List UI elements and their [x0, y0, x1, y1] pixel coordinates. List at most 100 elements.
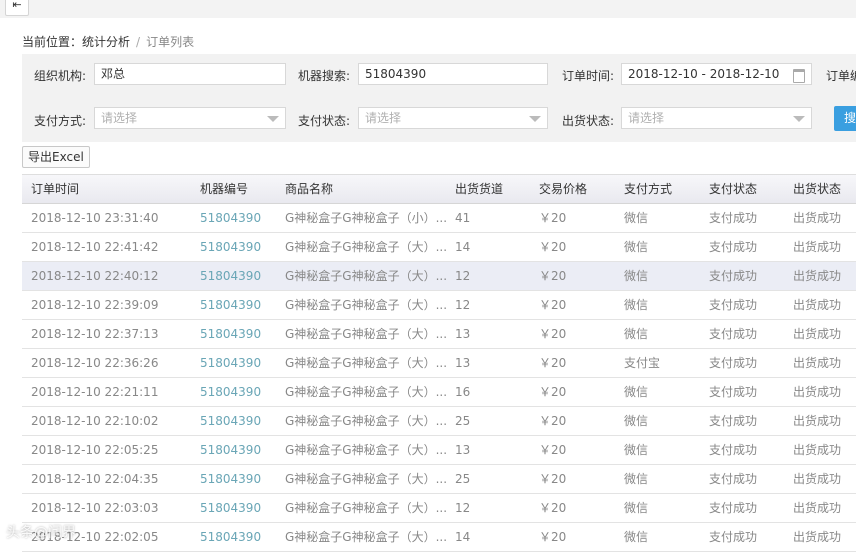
- cell-ship-status: 出货成功: [793, 269, 842, 283]
- cell-pay-status: 支付成功: [709, 443, 758, 457]
- cell-channel: 25: [455, 472, 471, 486]
- table-row[interactable]: 2018-12-10 22:03:03 51804390 G神秘盒子G神秘盒子（大）…: [22, 494, 856, 523]
- cell-pay-status: 支付成功: [709, 298, 758, 312]
- cell-machine-id: 51804390: [200, 414, 262, 428]
- cell-price: ￥20: [539, 443, 567, 457]
- cell-price: ￥20: [539, 327, 567, 341]
- column-header-product-name[interactable]: 商品名称: [285, 175, 453, 203]
- cell-pay-method: 微信: [624, 530, 649, 544]
- breadcrumb-parent[interactable]: 统计分析: [82, 35, 130, 49]
- cell-machine-id: 51804390: [200, 298, 262, 312]
- cell-price: ￥20: [539, 211, 567, 225]
- menu-collapse-icon[interactable]: ⇤: [5, 0, 29, 16]
- column-header-channel[interactable]: 出货货道: [455, 175, 503, 203]
- table-header: 订单时间 机器编号 商品名称 出货货道 交易价格 支付方式 支付状态 出货状态: [22, 174, 856, 204]
- cell-ship-status: 出货成功: [793, 443, 842, 457]
- cell-product-name: G神秘盒子G神秘盒子（小）...: [285, 211, 448, 225]
- org-field[interactable]: 邓总: [94, 63, 286, 85]
- machine-search-label: 机器搜索:: [298, 69, 351, 83]
- order-time-label: 订单时间:: [562, 69, 615, 83]
- cell-order-time: 2018-12-10 22:05:25: [31, 443, 159, 457]
- table-row[interactable]: 2018-12-10 22:05:25 51804390 G神秘盒子G神秘盒子（大）…: [22, 436, 856, 465]
- cell-channel: 12: [455, 298, 471, 312]
- table-row[interactable]: 2018-12-10 22:21:11 51804390 G神秘盒子G神秘盒子（大）…: [22, 378, 856, 407]
- cell-product-name: G神秘盒子G神秘盒子（大）...: [285, 298, 448, 312]
- ship-status-label: 出货状态:: [562, 114, 615, 128]
- calendar-icon[interactable]: [793, 69, 805, 83]
- column-header-pay-method[interactable]: 支付方式: [624, 175, 672, 203]
- cell-price: ￥20: [539, 298, 567, 312]
- cell-ship-status: 出货成功: [793, 327, 842, 341]
- cell-ship-status: 出货成功: [793, 414, 842, 428]
- ship-status-select[interactable]: 请选择: [621, 107, 812, 129]
- table-row[interactable]: 2018-12-10 22:37:13 51804390 G神秘盒子G神秘盒子（大）…: [22, 320, 856, 349]
- table-row[interactable]: 2018-12-10 22:40:12 51804390 G神秘盒子G神秘盒子（大）…: [22, 262, 856, 291]
- table-body: 2018-12-10 23:31:40 51804390 G神秘盒子G神秘盒子（小）…: [22, 204, 856, 552]
- column-header-machine-id[interactable]: 机器编号: [200, 175, 248, 203]
- cell-pay-method: 微信: [624, 211, 649, 225]
- column-header-price[interactable]: 交易价格: [539, 175, 587, 203]
- cell-machine-id: 51804390: [200, 385, 262, 399]
- column-header-order-time[interactable]: 订单时间: [31, 175, 79, 203]
- cell-pay-status: 支付成功: [709, 269, 758, 283]
- machine-search-input[interactable]: 51804390: [358, 63, 548, 85]
- cell-product-name: G神秘盒子G神秘盒子（大）...: [285, 356, 448, 370]
- cell-pay-method: 微信: [624, 385, 649, 399]
- cell-product-name: G神秘盒子G神秘盒子（大）...: [285, 269, 448, 283]
- order-time-range-input[interactable]: 2018-12-10 - 2018-12-10: [621, 63, 812, 85]
- cell-pay-method: 微信: [624, 501, 649, 515]
- cell-pay-method: 微信: [624, 472, 649, 486]
- cell-product-name: G神秘盒子G神秘盒子（大）...: [285, 530, 448, 544]
- pay-status-select[interactable]: 请选择: [358, 107, 548, 129]
- order-number-label: 订单编: [826, 69, 856, 83]
- cell-pay-status: 支付成功: [709, 530, 758, 544]
- table-row[interactable]: 2018-12-10 22:04:35 51804390 G神秘盒子G神秘盒子（大）…: [22, 465, 856, 494]
- cell-pay-status: 支付成功: [709, 327, 758, 341]
- column-header-ship-status[interactable]: 出货状态: [793, 175, 841, 203]
- table-row[interactable]: 2018-12-10 22:41:42 51804390 G神秘盒子G神秘盒子（大）…: [22, 233, 856, 262]
- ship-status-placeholder: 请选择: [628, 111, 665, 125]
- column-header-pay-status[interactable]: 支付状态: [709, 175, 757, 203]
- cell-order-time: 2018-12-10 22:39:09: [31, 298, 159, 312]
- org-label: 组织机构:: [34, 69, 87, 83]
- cell-pay-status: 支付成功: [709, 356, 758, 370]
- table-row[interactable]: 2018-12-10 22:39:09 51804390 G神秘盒子G神秘盒子（大）…: [22, 291, 856, 320]
- table-row[interactable]: 2018-12-10 22:10:02 51804390 G神秘盒子G神秘盒子（大）…: [22, 407, 856, 436]
- filter-panel: 组织机构: 邓总 机器搜索: 51804390 订单时间: 2018-12-10…: [22, 54, 856, 142]
- cell-channel: 25: [455, 414, 471, 428]
- cell-order-time: 2018-12-10 22:10:02: [31, 414, 159, 428]
- cell-machine-id: 51804390: [200, 240, 262, 254]
- cell-ship-status: 出货成功: [793, 501, 842, 515]
- cell-channel: 13: [455, 443, 471, 457]
- cell-machine-id: 51804390: [200, 472, 262, 486]
- chevron-down-icon: [267, 116, 279, 122]
- cell-pay-method: 微信: [624, 298, 649, 312]
- cell-price: ￥20: [539, 385, 567, 399]
- export-excel-button[interactable]: 导出Excel: [22, 146, 90, 168]
- order-table: 订单时间 机器编号 商品名称 出货货道 交易价格 支付方式 支付状态 出货状态 …: [22, 174, 856, 552]
- cell-ship-status: 出货成功: [793, 211, 842, 225]
- cell-machine-id: 51804390: [200, 211, 262, 225]
- cell-order-time: 2018-12-10 22:41:42: [31, 240, 159, 254]
- cell-price: ￥20: [539, 472, 567, 486]
- cell-ship-status: 出货成功: [793, 472, 842, 486]
- cell-price: ￥20: [539, 240, 567, 254]
- cell-pay-method: 微信: [624, 414, 649, 428]
- table-row[interactable]: 2018-12-10 22:36:26 51804390 G神秘盒子G神秘盒子（大）…: [22, 349, 856, 378]
- pay-method-select[interactable]: 请选择: [94, 107, 286, 129]
- table-row[interactable]: 2018-12-10 22:02:05 51804390 G神秘盒子G神秘盒子（大）…: [22, 523, 856, 552]
- cell-ship-status: 出货成功: [793, 298, 842, 312]
- cell-price: ￥20: [539, 530, 567, 544]
- cell-product-name: G神秘盒子G神秘盒子（大）...: [285, 327, 448, 341]
- cell-order-time: 2018-12-10 22:37:13: [31, 327, 159, 341]
- table-row[interactable]: 2018-12-10 23:31:40 51804390 G神秘盒子G神秘盒子（小）…: [22, 204, 856, 233]
- cell-machine-id: 51804390: [200, 443, 262, 457]
- cell-price: ￥20: [539, 356, 567, 370]
- cell-channel: 14: [455, 530, 471, 544]
- cell-ship-status: 出货成功: [793, 240, 842, 254]
- cell-machine-id: 51804390: [200, 356, 262, 370]
- breadcrumb-prefix: 当前位置：: [22, 35, 83, 49]
- search-button[interactable]: 搜: [834, 106, 856, 131]
- cell-product-name: G神秘盒子G神秘盒子（大）...: [285, 443, 448, 457]
- cell-pay-status: 支付成功: [709, 385, 758, 399]
